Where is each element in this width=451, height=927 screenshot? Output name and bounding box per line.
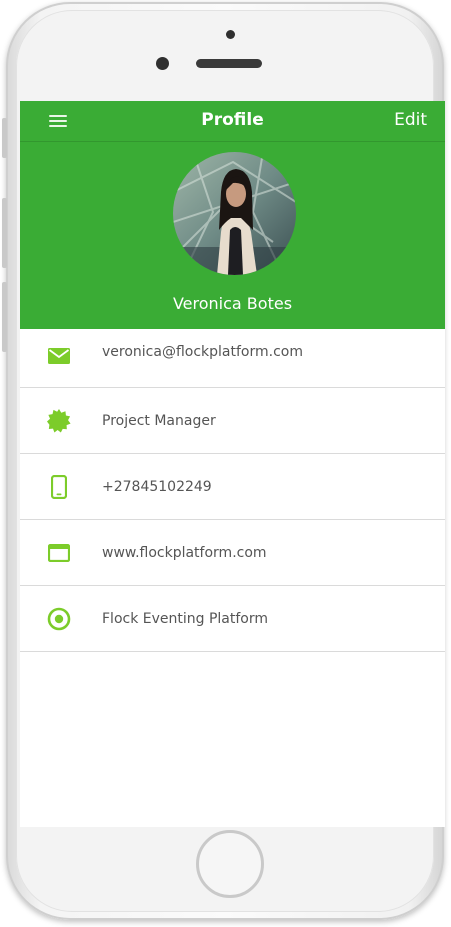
detail-row-role[interactable]: Project Manager bbox=[20, 388, 445, 454]
detail-text-website: www.flockplatform.com bbox=[102, 544, 267, 561]
detail-row-phone[interactable]: +27845102249 bbox=[20, 454, 445, 520]
detail-text-email: veronica@flockplatform.com bbox=[102, 344, 303, 360]
edit-button[interactable]: Edit bbox=[394, 110, 427, 130]
badge-icon bbox=[47, 408, 71, 433]
header-divider bbox=[20, 141, 445, 142]
profile-details-list: veronica@flockplatform.com Project Manag… bbox=[20, 329, 445, 652]
profile-header: Profile Edit Veronica Botes bbox=[20, 101, 445, 329]
detail-text-role: Project Manager bbox=[102, 412, 216, 429]
detail-row-email[interactable]: veronica@flockplatform.com bbox=[20, 329, 445, 388]
earpiece-speaker bbox=[196, 59, 262, 68]
app-screen: Profile Edit Veronica Botes veronica@flo… bbox=[20, 101, 445, 827]
detail-row-organization[interactable]: Flock Eventing Platform bbox=[20, 586, 445, 652]
detail-text-phone: +27845102249 bbox=[102, 478, 212, 495]
proximity-sensor bbox=[226, 30, 235, 39]
detail-row-website[interactable]: www.flockplatform.com bbox=[20, 520, 445, 586]
profile-photo bbox=[173, 152, 296, 275]
browser-window-icon bbox=[47, 541, 71, 565]
page-title: Profile bbox=[201, 110, 264, 130]
phone-icon bbox=[47, 474, 71, 499]
detail-text-organization: Flock Eventing Platform bbox=[102, 610, 269, 627]
home-button[interactable] bbox=[196, 830, 264, 898]
volume-up-button bbox=[2, 198, 7, 268]
profile-name: Veronica Botes bbox=[172, 294, 293, 313]
avatar[interactable] bbox=[173, 152, 296, 275]
volume-down-button bbox=[2, 282, 7, 352]
front-camera bbox=[156, 57, 169, 70]
mail-icon bbox=[47, 344, 71, 368]
target-icon bbox=[47, 607, 71, 631]
mute-switch bbox=[2, 118, 7, 158]
